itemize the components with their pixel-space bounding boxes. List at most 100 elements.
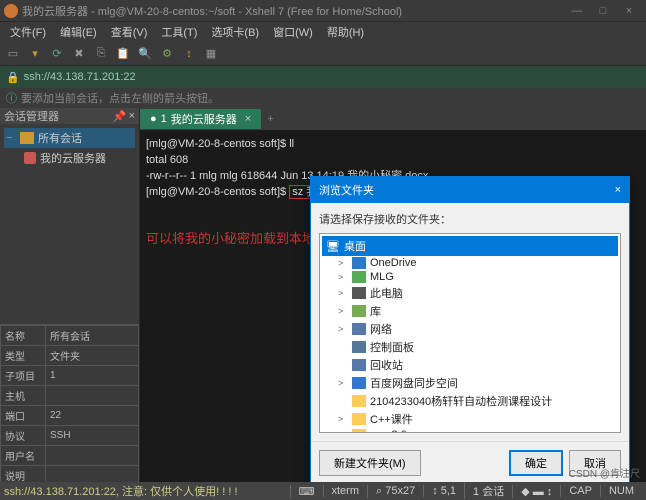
tab-active[interactable]: ● 1 我的云服务器 × bbox=[140, 109, 261, 129]
app-logo-icon bbox=[4, 4, 18, 18]
sync-icon bbox=[352, 377, 366, 389]
close-button[interactable]: × bbox=[616, 5, 642, 17]
tree-item-server[interactable]: 我的云服务器 bbox=[4, 148, 135, 168]
status-cap: CAP bbox=[560, 485, 600, 497]
menu-tabs[interactable]: 选项卡(B) bbox=[205, 22, 265, 42]
folder-item[interactable]: 控制面板 bbox=[322, 338, 618, 356]
close-panel-icon[interactable]: × bbox=[129, 110, 135, 123]
folder-label: 网络 bbox=[370, 321, 392, 337]
tab-bar: ● 1 我的云服务器 × + bbox=[140, 108, 646, 130]
status-sessions: 1 会话 bbox=[464, 483, 512, 499]
titlebar: 我的云服务器 - mlg@VM-20-8-centos:~/soft - Xsh… bbox=[0, 0, 646, 22]
folder-icon bbox=[20, 132, 34, 144]
expand-icon[interactable]: > bbox=[338, 414, 348, 424]
statusbar: ssh://43.138.71.201:22, 注意: 仅供个人使用! ! ! … bbox=[0, 482, 646, 500]
folder-item[interactable]: 回收站 bbox=[322, 356, 618, 374]
prop-row: 协议SSH bbox=[1, 426, 139, 446]
menu-edit[interactable]: 编辑(E) bbox=[54, 22, 103, 42]
browse-folder-dialog: 浏览文件夹 × 请选择保存接收的文件夹： 🖥桌面 >OneDrive>MLG>此… bbox=[310, 176, 630, 485]
prop-row: 子项目1 bbox=[1, 366, 139, 386]
tab-number: 1 bbox=[161, 113, 167, 125]
addressbar[interactable]: 🔒 ssh://43.138.71.201:22 bbox=[0, 66, 646, 88]
sidebar-title: 会话管理器 bbox=[4, 108, 59, 124]
props-icon[interactable]: ⚙ bbox=[158, 45, 176, 63]
menu-view[interactable]: 查看(V) bbox=[105, 22, 154, 42]
reconnect-icon[interactable]: ⟳ bbox=[48, 45, 66, 63]
expand-icon[interactable]: > bbox=[338, 258, 348, 268]
server-icon bbox=[24, 152, 36, 164]
folder-item[interactable]: >库 bbox=[322, 302, 618, 320]
menubar: 文件(F) 编辑(E) 查看(V) 工具(T) 选项卡(B) 窗口(W) 帮助(… bbox=[0, 22, 646, 42]
status-left: ssh://43.138.71.201:22, 注意: 仅供个人使用! ! ! … bbox=[4, 483, 290, 499]
status-cursor: ↕ 5,1 bbox=[423, 485, 464, 497]
folder-item[interactable]: >百度网盘同步空间 bbox=[322, 374, 618, 392]
pc-icon bbox=[352, 287, 366, 299]
ctrl-icon bbox=[352, 341, 366, 353]
disconnect-icon[interactable]: ✖ bbox=[70, 45, 88, 63]
menu-window[interactable]: 窗口(W) bbox=[267, 22, 319, 42]
maximize-button[interactable]: □ bbox=[590, 5, 616, 17]
folder-item[interactable]: >此电脑 bbox=[322, 284, 618, 302]
folder-label: 控制面板 bbox=[370, 339, 414, 355]
prop-row: 主机 bbox=[1, 386, 139, 406]
net-icon bbox=[352, 323, 366, 335]
expand-icon[interactable]: > bbox=[338, 324, 348, 334]
properties-table: 名称所有会话 类型文件夹 子项目1 主机 端口22 协议SSH 用户名 说明 bbox=[0, 325, 139, 486]
menu-file[interactable]: 文件(F) bbox=[4, 22, 52, 42]
folder-label: OneDrive bbox=[370, 257, 416, 269]
folder-item[interactable]: > OneDrive bbox=[322, 256, 618, 270]
folder-item[interactable]: > 网络 bbox=[322, 320, 618, 338]
folder-item[interactable]: 2104233040杨轩轩自动检测课程设计 bbox=[322, 392, 618, 410]
tree-item-label: 我的云服务器 bbox=[40, 150, 106, 166]
hintbar: ⓘ 要添加当前会话，点击左侧的箭头按钮。 bbox=[0, 88, 646, 108]
find-icon[interactable]: 🔍 bbox=[136, 45, 154, 63]
ok-button[interactable]: 确定 bbox=[509, 450, 563, 476]
address-text: ssh://43.138.71.201:22 bbox=[24, 71, 136, 83]
folder-label: C++课件 bbox=[370, 411, 413, 427]
minimize-button[interactable]: — bbox=[564, 5, 590, 17]
expand-icon[interactable]: > bbox=[338, 378, 348, 388]
tab-close-icon[interactable]: × bbox=[245, 113, 251, 125]
dialog-close-button[interactable]: × bbox=[615, 184, 621, 196]
folder-tree-root[interactable]: 🖥桌面 bbox=[322, 236, 618, 256]
sidebar-header: 会话管理器 📌× bbox=[0, 108, 139, 124]
copy-icon[interactable]: ⎘ bbox=[92, 45, 110, 63]
menu-tools[interactable]: 工具(T) bbox=[155, 22, 203, 42]
terminal-line: total 608 bbox=[146, 152, 640, 168]
status-term: xterm bbox=[323, 485, 368, 497]
folder-label: creo2.0 bbox=[370, 429, 407, 433]
tree-root[interactable]: − 所有会话 bbox=[4, 128, 135, 148]
status-indicators: ◆ ▬ ↕ bbox=[512, 485, 560, 498]
fold-icon bbox=[352, 429, 366, 433]
status-num: NUM bbox=[600, 485, 642, 497]
folder-item[interactable]: >MLG bbox=[322, 270, 618, 284]
tab-label: 我的云服务器 bbox=[171, 111, 237, 127]
new-session-icon[interactable]: ▭ bbox=[4, 45, 22, 63]
palette-icon[interactable]: ▦ bbox=[202, 45, 220, 63]
paste-icon[interactable]: 📋 bbox=[114, 45, 132, 63]
open-icon[interactable]: ▾ bbox=[26, 45, 44, 63]
folder-item[interactable]: > C++课件 bbox=[322, 410, 618, 428]
new-folder-button[interactable]: 新建文件夹(M) bbox=[319, 450, 421, 476]
dialog-body: 请选择保存接收的文件夹： 🖥桌面 >OneDrive>MLG>此电脑>库>网络控… bbox=[311, 203, 629, 441]
cloud-icon bbox=[352, 257, 366, 269]
fold-icon bbox=[352, 395, 366, 407]
folder-label: 回收站 bbox=[370, 357, 403, 373]
expand-icon[interactable]: > bbox=[338, 272, 348, 282]
folder-tree[interactable]: 🖥桌面 >OneDrive>MLG>此电脑>库>网络控制面板回收站>百度网盘同步… bbox=[319, 233, 621, 433]
transfer-icon[interactable]: ↕ bbox=[180, 45, 198, 63]
pin-icon[interactable]: 📌 bbox=[113, 110, 127, 123]
toolbar: ▭ ▾ ⟳ ✖ ⎘ 📋 🔍 ⚙ ↕ ▦ bbox=[0, 42, 646, 66]
status-size: ⌕ 75x27 bbox=[367, 485, 423, 498]
collapse-icon[interactable]: − bbox=[6, 132, 16, 144]
menu-help[interactable]: 帮助(H) bbox=[321, 22, 370, 42]
fold-icon bbox=[352, 413, 366, 425]
new-tab-button[interactable]: + bbox=[261, 113, 279, 125]
expand-icon[interactable]: > bbox=[338, 430, 348, 433]
prop-row: 名称所有会话 bbox=[1, 326, 139, 346]
watermark: CSDN @肯注尺 bbox=[569, 465, 640, 480]
expand-icon[interactable]: > bbox=[338, 288, 348, 298]
folder-item[interactable]: > creo2.0 bbox=[322, 428, 618, 433]
expand-icon[interactable]: > bbox=[338, 306, 348, 316]
lock-icon: 🔒 bbox=[6, 71, 20, 84]
